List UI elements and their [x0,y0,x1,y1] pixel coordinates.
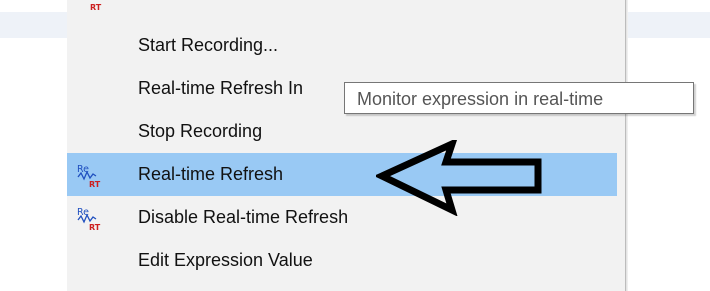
realtime-refresh-icon-partial: RT [90,3,102,12]
menu-item-start-recording[interactable]: Start Recording... [67,24,617,67]
rt-label: RT [89,223,101,231]
rt-label: RT [89,180,101,188]
realtime-refresh-icon: Re RT [77,164,101,188]
tooltip: Monitor expression in real-time [344,82,694,114]
realtime-refresh-icon: Re RT [77,207,101,231]
menu-item-label: Disable Real-time Refresh [138,207,349,227]
menu-item-label: Stop Recording [138,121,263,141]
menu-item-label: Real-time Refresh [138,164,284,184]
menu-item-label: Real-time Refresh In [138,78,304,98]
left-arrow-icon [376,140,542,216]
menu-item-label: Edit Expression Value [138,250,313,270]
rt-label: RT [90,3,102,12]
menu-item-edit-expression-value[interactable]: Edit Expression Value [67,239,617,282]
menu-item-label: Start Recording... [138,35,279,55]
